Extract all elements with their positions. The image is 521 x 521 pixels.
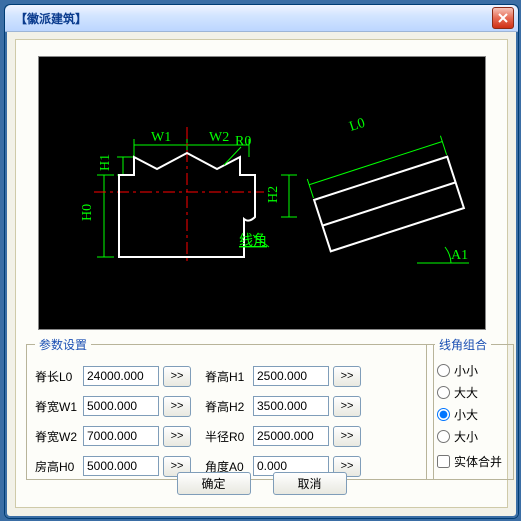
cad-label-w2: W2 [209,130,229,145]
combo-legend: 线角组合 [435,336,491,353]
param-row: 脊长L0 >> 脊高H1 >> [35,363,425,389]
combo-option: 大小 [454,428,478,445]
params-group: 参数设置 脊长L0 >> 脊高H1 >> 脊宽W1 >> 脊高H2 >> [26,336,434,480]
dialog-window: 【徽派建筑】 [4,4,519,519]
cad-label-h1: H1 [98,154,113,171]
combo-radio-1[interactable] [437,386,450,399]
dialog-footer: 确定 取消 [16,472,507,495]
param-label: 脊高H2 [205,398,253,415]
param-label: 脊高H1 [205,368,253,385]
params-legend: 参数设置 [35,336,91,353]
param-row: 脊宽W2 >> 半径R0 >> [35,423,425,449]
combo-option: 小小 [454,362,478,379]
spin-button[interactable]: >> [163,396,191,417]
spin-button[interactable]: >> [333,396,361,417]
combo-option: 小大 [454,406,478,423]
ridge-h2-input[interactable] [253,396,329,416]
radius-r0-input[interactable] [253,426,329,446]
spin-button[interactable]: >> [333,426,361,447]
spin-button[interactable]: >> [163,366,191,387]
cad-label-l0: L0 [348,116,367,135]
param-row: 脊宽W1 >> 脊高H2 >> [35,393,425,419]
cad-label-h0: H0 [80,204,95,221]
ridge-w2-input[interactable] [83,426,159,446]
window-title: 【徽派建筑】 [9,10,492,27]
cad-preview: W1 W2 H1 H0 R0 H2 线角 [38,56,486,330]
ridge-h1-input[interactable] [253,366,329,386]
param-label: 脊宽W2 [35,428,83,445]
param-label: 脊长L0 [35,368,83,385]
combo-group: 线角组合 小小 大大 小大 大小 实体合并 [426,336,514,480]
combo-radio-3[interactable] [437,430,450,443]
cad-label-h2: H2 [266,186,281,203]
spin-button[interactable]: >> [163,426,191,447]
close-icon [498,13,508,23]
merge-checkbox[interactable] [437,455,450,468]
param-label: 半径R0 [205,428,253,445]
cad-label-w1: W1 [151,130,171,145]
dialog-content: W1 W2 H1 H0 R0 H2 线角 [15,39,508,508]
cad-label-a1: A1 [451,248,468,263]
ridge-w1-input[interactable] [83,396,159,416]
ok-button[interactable]: 确定 [177,472,251,495]
close-button[interactable] [492,7,514,29]
titlebar: 【徽派建筑】 [5,5,518,32]
combo-radio-2[interactable] [437,408,450,421]
ridge-length-input[interactable] [83,366,159,386]
combo-option: 大大 [454,384,478,401]
spin-button[interactable]: >> [333,366,361,387]
cad-label-r0: R0 [235,134,251,149]
cancel-button[interactable]: 取消 [273,472,347,495]
param-label: 脊宽W1 [35,398,83,415]
merge-label: 实体合并 [454,453,502,470]
combo-radio-0[interactable] [437,364,450,377]
